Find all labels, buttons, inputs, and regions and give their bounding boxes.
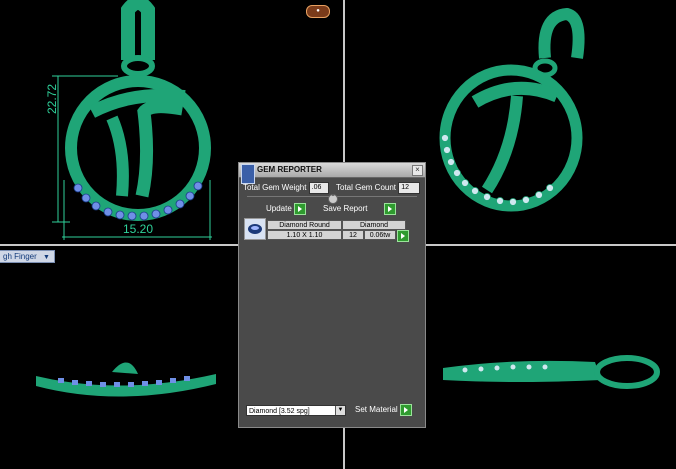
gem-icon[interactable] bbox=[244, 218, 266, 240]
dimension-height: 22.72 bbox=[45, 83, 60, 115]
gem-table: Diamond Round Diamond 1.10 X 1.10 12 0.0… bbox=[244, 218, 418, 242]
total-gem-count-row: Total Gem Count 12 bbox=[336, 182, 421, 194]
total-gem-weight-value: .06 bbox=[308, 182, 329, 194]
dimension-width: 15.20 bbox=[123, 222, 154, 236]
material-select-value: Diamond [3.52 spg] bbox=[249, 408, 310, 415]
update-button-label: Update bbox=[266, 204, 292, 214]
column-header-shape: Diamond Round bbox=[267, 220, 342, 230]
panel-title: GEM REPORTER bbox=[257, 165, 322, 174]
gem-count-cell: 12 bbox=[342, 230, 364, 240]
play-icon[interactable] bbox=[294, 203, 307, 215]
update-button[interactable]: Update bbox=[266, 203, 307, 215]
close-icon[interactable]: × bbox=[412, 165, 423, 176]
total-gem-count-value: 12 bbox=[398, 182, 421, 194]
play-icon[interactable] bbox=[399, 404, 412, 416]
view-mode-dropdown[interactable]: gh Finger ▼ bbox=[0, 250, 55, 263]
play-icon[interactable] bbox=[397, 230, 409, 242]
panel-titlebar[interactable]: GEM REPORTER × bbox=[239, 163, 425, 184]
chevron-down-icon: ▼ bbox=[43, 254, 50, 261]
total-gem-count-label: Total Gem Count bbox=[336, 183, 397, 193]
set-material-button[interactable]: Set Material bbox=[355, 404, 412, 416]
gem-size-cell: 1.10 X 1.10 bbox=[267, 230, 342, 240]
chevron-down-icon[interactable]: ▼ bbox=[335, 406, 345, 415]
total-gem-weight-label: Total Gem Weight bbox=[243, 183, 307, 193]
total-gem-weight-row: Total Gem Weight .06 bbox=[243, 182, 329, 194]
app-logo-icon bbox=[241, 164, 255, 184]
save-report-button[interactable]: Save Report bbox=[323, 203, 396, 215]
viewport-badge-icon[interactable]: ● bbox=[306, 5, 330, 18]
gem-reporter-panel: GEM REPORTER × Total Gem Weight .06 Tota… bbox=[238, 162, 426, 428]
save-report-button-label: Save Report bbox=[323, 204, 368, 214]
play-icon[interactable] bbox=[383, 203, 396, 215]
gem-weight-cell: 0.06tw bbox=[364, 230, 396, 240]
set-material-button-label: Set Material bbox=[355, 405, 398, 415]
view-mode-label: gh Finger bbox=[3, 252, 37, 261]
material-select[interactable]: Diamond [3.52 spg] ▼ bbox=[246, 405, 346, 416]
column-header-material: Diamond bbox=[342, 220, 406, 230]
